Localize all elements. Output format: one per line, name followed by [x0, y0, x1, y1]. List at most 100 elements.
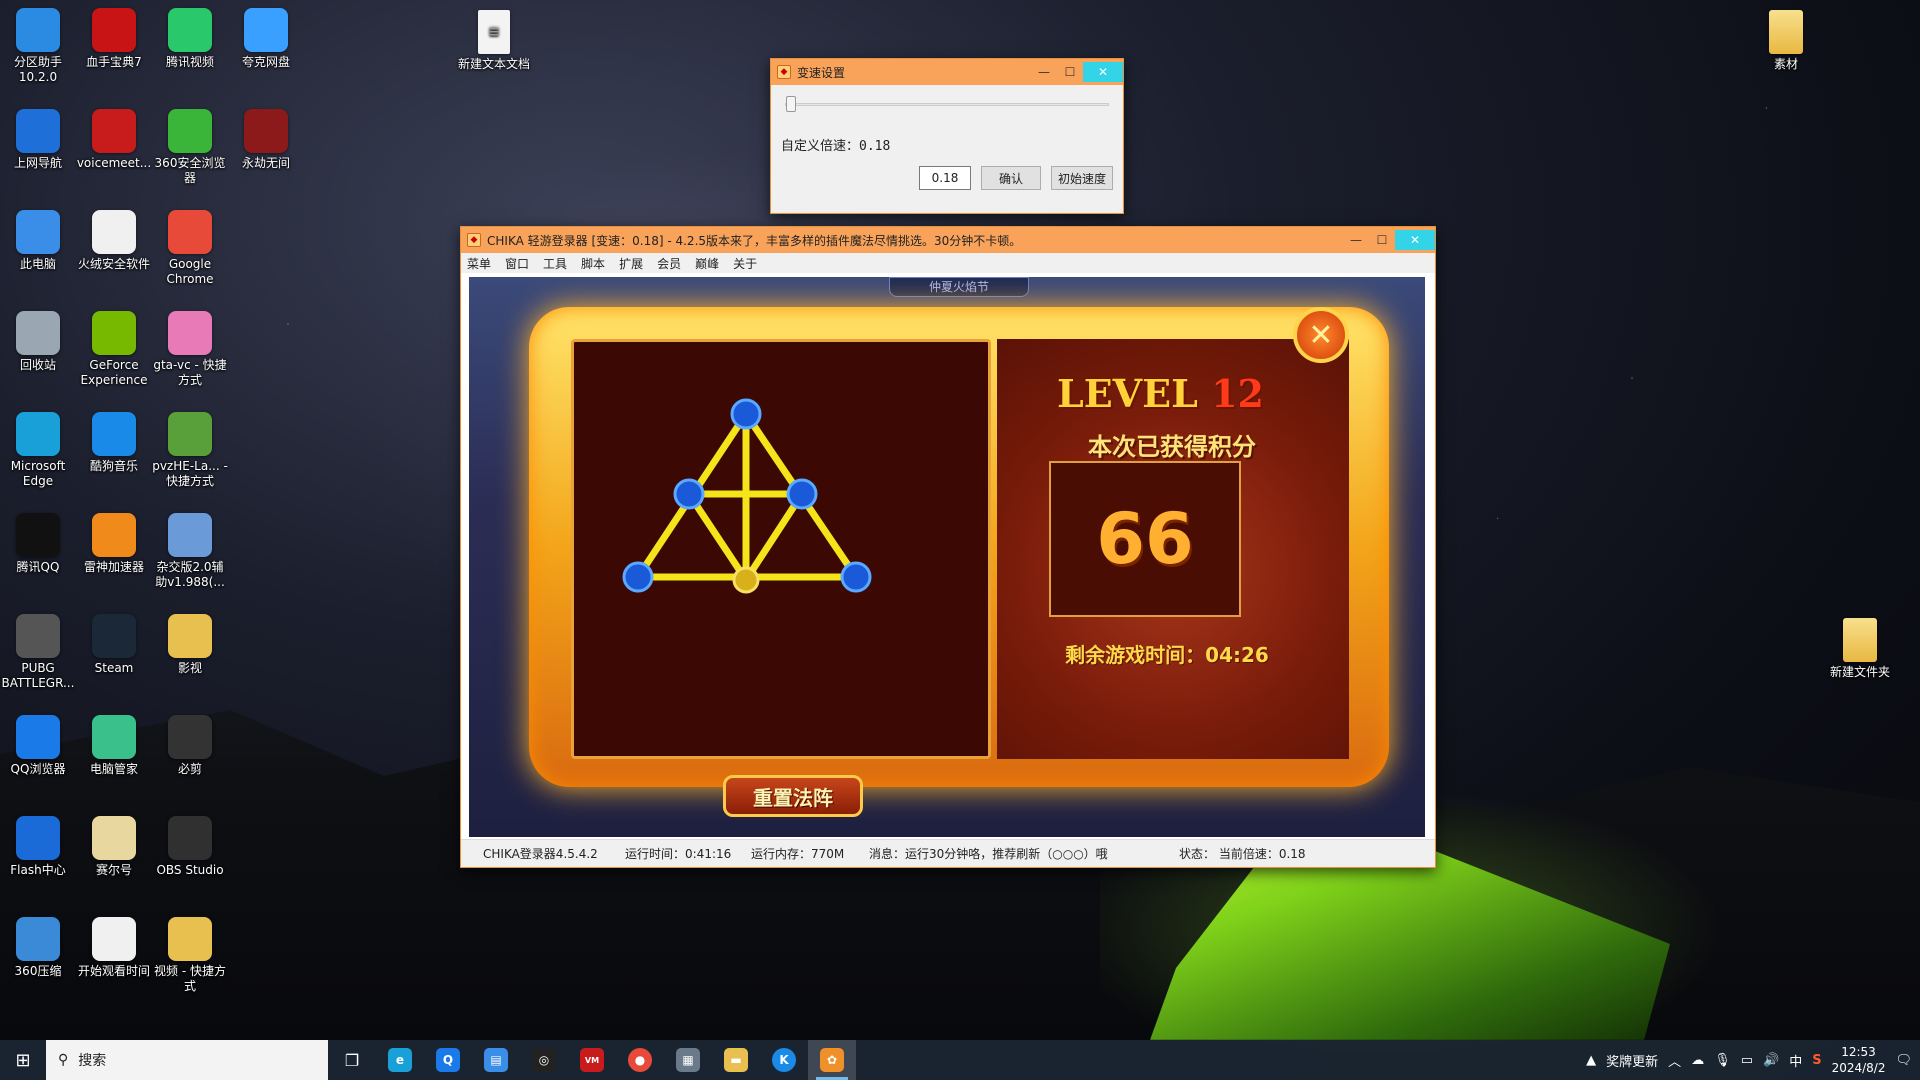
desktop-icon-new-folder[interactable]: 新建文件夹: [1822, 618, 1898, 680]
desktop-icon[interactable]: 夸克网盘: [228, 8, 304, 70]
desktop-icon-label: GeForce Experience: [80, 358, 148, 387]
calculator-icon: ▦: [676, 1048, 700, 1072]
task-view-button[interactable]: ❐: [328, 1040, 376, 1080]
taskbar-calculator[interactable]: ▦: [664, 1040, 712, 1080]
speed-slider[interactable]: [785, 93, 1109, 115]
game-viewport[interactable]: 仲夏火焰节 LEVEL 12 本次已获得积分 66 剩余游戏时间：04:26 ✕…: [469, 277, 1425, 837]
graph-node[interactable]: [840, 561, 872, 593]
desktop-icon[interactable]: QQ浏览器: [0, 715, 76, 777]
taskbar-search[interactable]: ⚲ 搜索: [46, 1040, 328, 1080]
maximize-button[interactable]: ☐: [1057, 62, 1083, 82]
microphone-icon[interactable]: 🎙: [1714, 1053, 1731, 1068]
puzzle-board[interactable]: [571, 339, 991, 759]
desktop-icon-new-text-doc[interactable]: ≡ 新建文本文档: [456, 10, 532, 72]
desktop-icon[interactable]: voicemeet...: [76, 109, 152, 171]
desktop-icon[interactable]: 电脑管家: [76, 715, 152, 777]
taskbar-voicemeeter[interactable]: VM: [568, 1040, 616, 1080]
menu-item[interactable]: 巅峰: [695, 255, 719, 272]
desktop-icon[interactable]: Microsoft Edge: [0, 412, 76, 489]
speed-window-titlebar[interactable]: ◆ 变速设置 — ☐ ✕: [771, 59, 1123, 85]
graph-node[interactable]: [786, 478, 818, 510]
taskbar-game[interactable]: ◎: [520, 1040, 568, 1080]
desktop-icon[interactable]: PUBG BATTLEGR...: [0, 614, 76, 691]
desktop-icon[interactable]: 酷狗音乐: [76, 412, 152, 474]
tray-alert-icon[interactable]: ▲: [1586, 1053, 1596, 1068]
network-icon[interactable]: ▭: [1741, 1053, 1753, 1068]
main-window-titlebar[interactable]: ◆ CHIKA 轻游登录器 [变速：0.18] - 4.2.5版本来了，丰富多样…: [461, 227, 1435, 253]
desktop-icon[interactable]: 视频 - 快捷方式: [152, 917, 228, 994]
desktop-icon[interactable]: 影视: [152, 614, 228, 676]
pubg-icon: [16, 614, 60, 658]
reset-magic-circle-button[interactable]: 重置法阵: [723, 775, 863, 817]
taskbar-chika[interactable]: ✿: [808, 1040, 856, 1080]
desktop-icon[interactable]: pvzHE-La... - 快捷方式: [152, 412, 228, 489]
desktop-icon[interactable]: Flash中心: [0, 816, 76, 878]
reset-speed-button[interactable]: 初始速度: [1051, 166, 1113, 190]
menu-bar: 菜单 窗口 工具 脚本 扩展 会员 巅峰 关于: [461, 253, 1435, 273]
menu-item[interactable]: 脚本: [581, 255, 605, 272]
clock[interactable]: 12:53 2024/8/2: [1832, 1044, 1886, 1076]
desktop-icon[interactable]: 火绒安全软件: [76, 210, 152, 272]
speed-value-field[interactable]: 0.18: [919, 166, 971, 190]
desktop-icon[interactable]: 杂交版2.0辅助v1.988(...: [152, 513, 228, 590]
close-button[interactable]: ✕: [1083, 62, 1123, 82]
desktop-icon[interactable]: 赛尔号: [76, 816, 152, 878]
menu-item[interactable]: 会员: [657, 255, 681, 272]
desktop-icon-label: 回收站: [19, 358, 56, 372]
desktop-icon[interactable]: 开始观看时间: [76, 917, 152, 979]
folder-icon: [1769, 10, 1803, 54]
desktop-icon[interactable]: Google Chrome: [152, 210, 228, 287]
desktop-icon[interactable]: 分区助手 10.2.0: [0, 8, 76, 85]
desktop-icon[interactable]: 腾讯QQ: [0, 513, 76, 575]
ime-indicator[interactable]: 中: [1789, 1051, 1802, 1070]
notification-icon[interactable]: 🗨: [1895, 1053, 1912, 1068]
graph-node[interactable]: [622, 561, 654, 593]
taskbar-kugou[interactable]: K: [760, 1040, 808, 1080]
slider-thumb[interactable]: [786, 96, 797, 112]
desktop-icon[interactable]: 永劫无间: [228, 109, 304, 171]
taskbar-chrome[interactable]: ●: [616, 1040, 664, 1080]
taskbar-qq-browser[interactable]: Q: [424, 1040, 472, 1080]
desktop-icon[interactable]: 血手宝典7: [76, 8, 152, 70]
minimize-button[interactable]: —: [1031, 62, 1057, 82]
cloud-icon[interactable]: ☁: [1691, 1053, 1704, 1068]
magic-circle-graph[interactable]: [574, 342, 988, 756]
menu-item[interactable]: 关于: [733, 255, 757, 272]
desktop-icon[interactable]: GeForce Experience: [76, 311, 152, 388]
desktop-icon[interactable]: 雷神加速器: [76, 513, 152, 575]
status-message: 消息：运行30分钟咯，推荐刷新（○○○）哦: [869, 847, 1108, 861]
taskbar-edge[interactable]: e: [376, 1040, 424, 1080]
menu-item[interactable]: 菜单: [467, 255, 491, 272]
seer-icon: [92, 816, 136, 860]
desktop-icon[interactable]: OBS Studio: [152, 816, 228, 878]
menu-item[interactable]: 窗口: [505, 255, 529, 272]
desktop-icon-sucai[interactable]: 素材: [1748, 10, 1824, 72]
sogou-icon[interactable]: S: [1812, 1053, 1821, 1068]
menu-item[interactable]: 工具: [543, 255, 567, 272]
start-button[interactable]: ⊞: [0, 1040, 46, 1080]
chevron-up-icon[interactable]: ︿: [1668, 1051, 1681, 1070]
close-game-icon[interactable]: ✕: [1293, 307, 1349, 363]
desktop-icon[interactable]: gta-vc - 快捷方式: [152, 311, 228, 388]
graph-node[interactable]: [673, 478, 705, 510]
graph-node-active[interactable]: [732, 566, 760, 594]
desktop-icon[interactable]: Steam: [76, 614, 152, 676]
taskbar-file-explorer[interactable]: ▬: [712, 1040, 760, 1080]
graph-node[interactable]: [730, 398, 762, 430]
tray-label[interactable]: 奖牌更新: [1606, 1051, 1658, 1070]
desktop-icon[interactable]: 必剪: [152, 715, 228, 777]
desktop-icon[interactable]: 回收站: [0, 311, 76, 373]
volume-icon[interactable]: 🔊: [1763, 1053, 1779, 1068]
confirm-button[interactable]: 确认: [981, 166, 1041, 190]
close-button[interactable]: ✕: [1395, 230, 1435, 250]
desktop-icon[interactable]: 此电脑: [0, 210, 76, 272]
desktop-icon[interactable]: 360压缩: [0, 917, 76, 979]
desktop-icon[interactable]: 360安全浏览器: [152, 109, 228, 186]
desktop-icon[interactable]: 上网导航: [0, 109, 76, 171]
menu-item[interactable]: 扩展: [619, 255, 643, 272]
computer-icon: [16, 210, 60, 254]
desktop-icon[interactable]: 腾讯视频: [152, 8, 228, 70]
minimize-button[interactable]: —: [1343, 230, 1369, 250]
taskbar-explorer-window[interactable]: ▤: [472, 1040, 520, 1080]
maximize-button[interactable]: ☐: [1369, 230, 1395, 250]
